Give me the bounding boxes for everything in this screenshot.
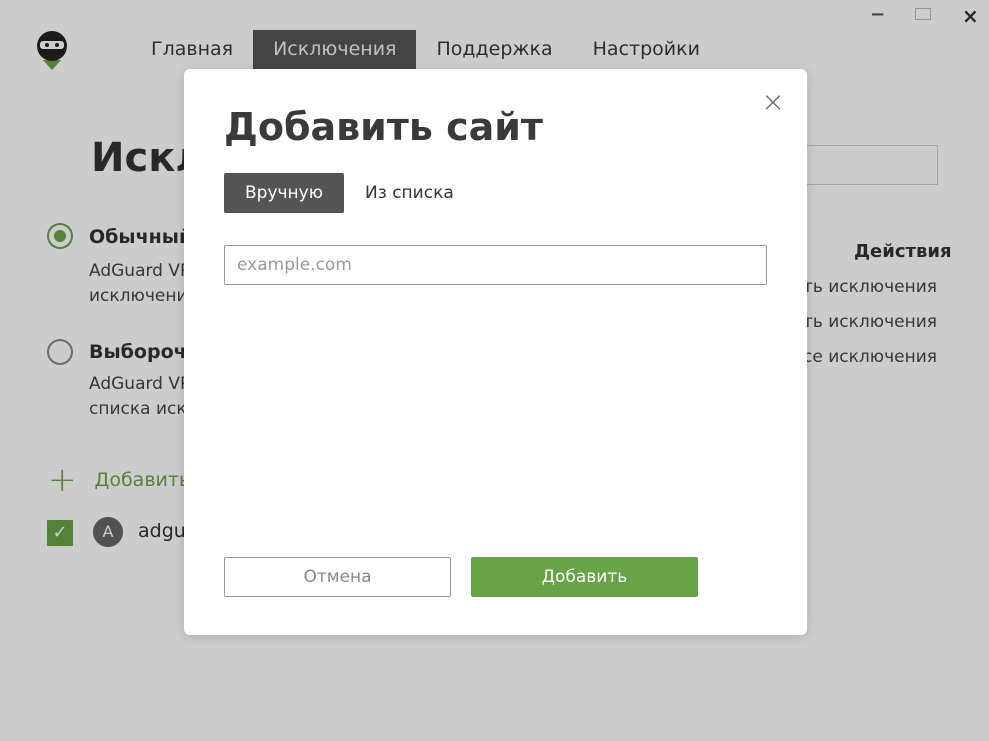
- dialog-tabs: Вручную Из списка: [224, 173, 475, 213]
- add-site-dialog: × Добавить сайт Вручную Из списка Отмена…: [184, 69, 807, 635]
- site-url-input[interactable]: [224, 245, 767, 285]
- close-icon[interactable]: ×: [760, 88, 786, 116]
- tab-from-list[interactable]: Из списка: [344, 173, 475, 213]
- add-button[interactable]: Добавить: [471, 557, 698, 597]
- dialog-title: Добавить сайт: [224, 105, 543, 149]
- cancel-button[interactable]: Отмена: [224, 557, 451, 597]
- tab-manual[interactable]: Вручную: [224, 173, 345, 213]
